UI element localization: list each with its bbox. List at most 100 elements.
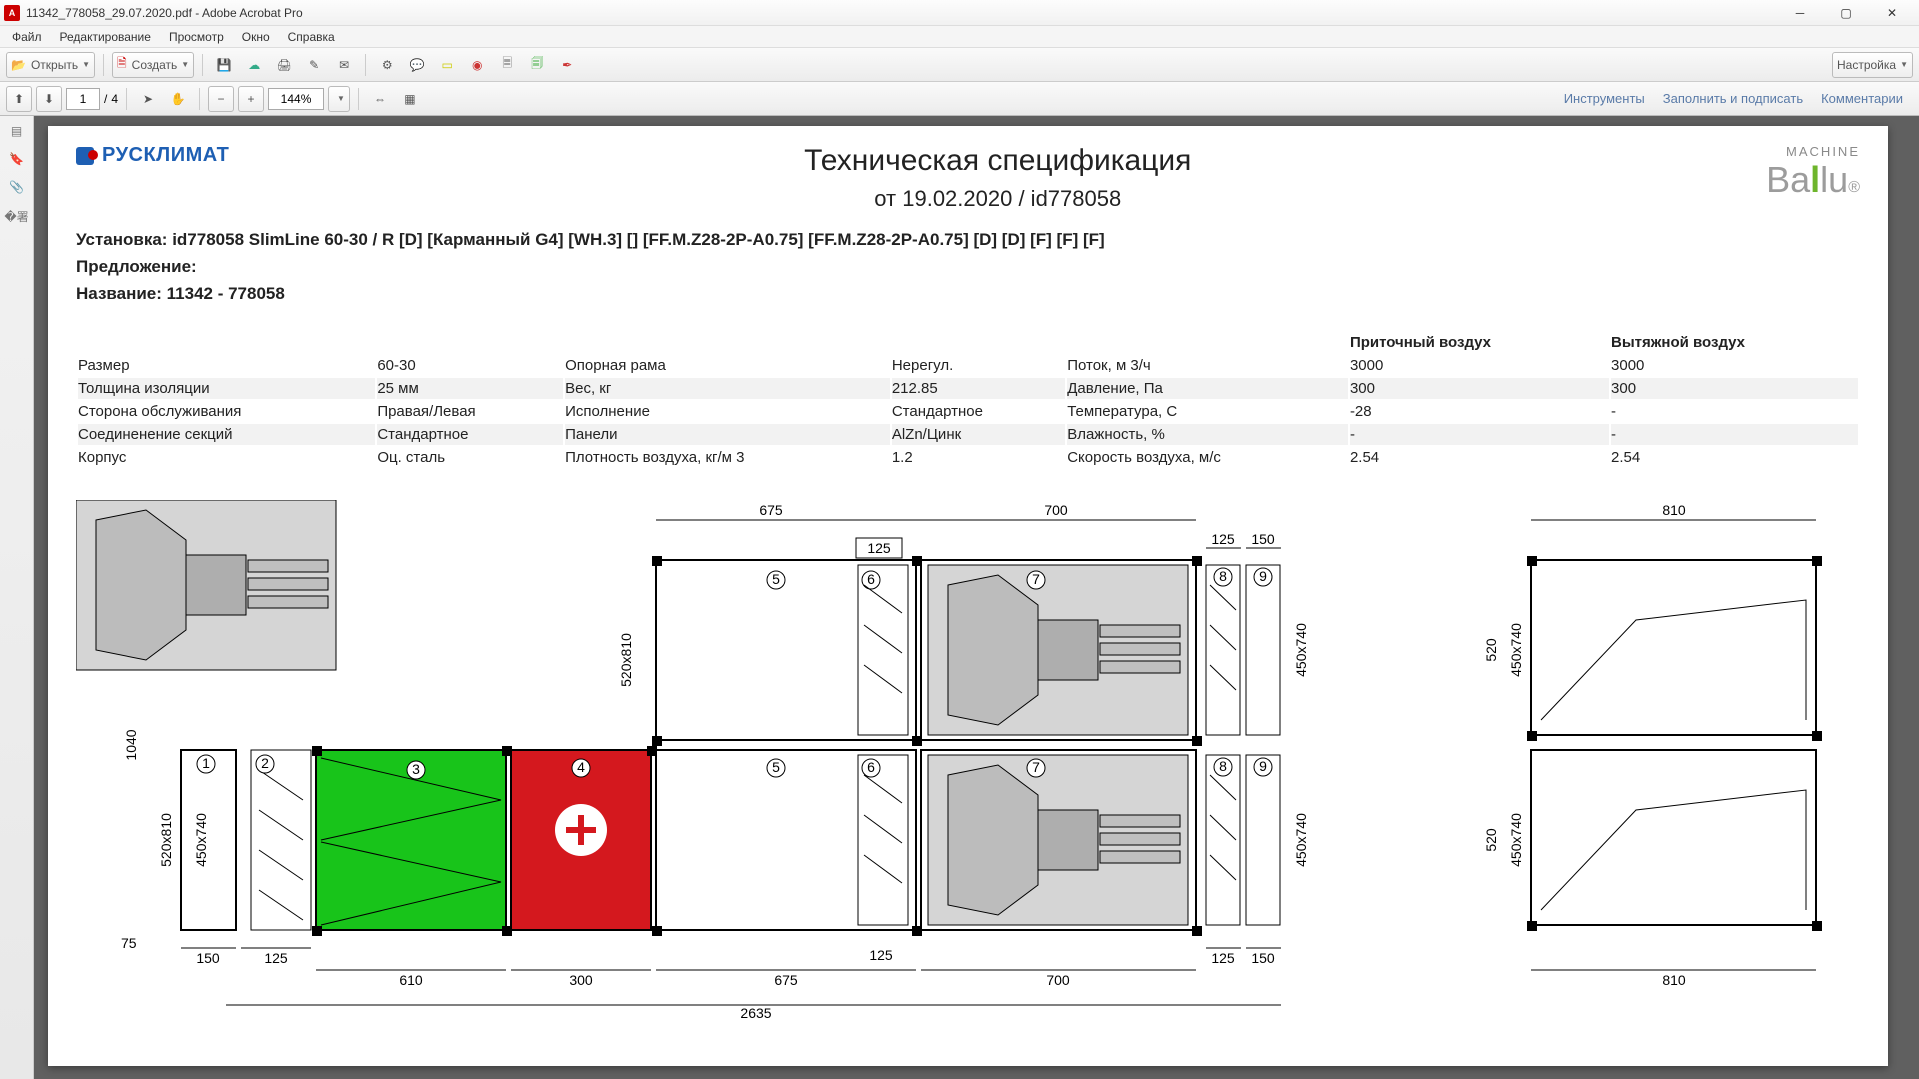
svg-text:3: 3 [412,761,420,777]
create-pdf-icon: 🗎 [117,54,127,75]
svg-text:8: 8 [1219,758,1227,774]
panel-fillsign-link[interactable]: Заполнить и подписать [1663,91,1803,106]
svg-text:1: 1 [202,755,210,771]
table-row: КорпусОц. стальПлотность воздуха, кг/м 3… [78,447,1858,468]
window-close-button[interactable]: ✕ [1869,0,1915,26]
customize-label: Настройка [1837,58,1896,72]
doc-arrow-icon: 🗐 [531,54,543,75]
separator [202,54,203,76]
svg-text:1040: 1040 [123,729,139,760]
signatures-icon[interactable]: �署 [4,208,28,225]
svg-text:520: 520 [1483,828,1499,852]
cloud-icon: ☁ [248,58,260,72]
select-tool[interactable]: ➤ [135,86,161,112]
doc-icon: 🗏 [502,54,512,75]
hand-tool[interactable]: ✋ [165,86,191,112]
app-icon: A [4,5,20,21]
fit-width-button[interactable]: ⇔ [367,86,393,112]
plus-icon: + [248,92,255,106]
svg-text:5: 5 [772,759,780,775]
cursor-icon: ➤ [143,92,153,106]
fit-width-icon: ⇔ [374,92,386,106]
comment-button[interactable]: 💬 [404,52,430,78]
panel-tools-link[interactable]: Инструменты [1564,91,1645,106]
mail-button[interactable]: ✉ [331,52,357,78]
document-viewport[interactable]: РУСКЛИМАТ Техническая спецификация от 19… [34,116,1919,1079]
svg-text:2: 2 [261,755,269,771]
page-total: 4 [111,92,118,106]
window-titlebar: A 11342_778058_29.07.2020.pdf - Adobe Ac… [0,0,1919,26]
page-up-button[interactable]: ⬆ [6,86,32,112]
svg-text:300: 300 [569,972,593,988]
window-title: 11342_778058_29.07.2020.pdf - Adobe Acro… [26,6,1777,20]
svg-text:520x810: 520x810 [618,632,634,686]
menu-view[interactable]: Просмотр [161,28,232,46]
thumbnails-icon[interactable]: ▤ [11,124,22,138]
cloud-button[interactable]: ☁ [241,52,267,78]
svg-text:700: 700 [1044,502,1068,518]
svg-text:125: 125 [1211,531,1235,547]
ballu-text: Ballu® [1766,159,1860,201]
arrow-down-icon: ⬇ [44,92,54,106]
logo-text: РУСКЛИМАТ [102,144,229,167]
menu-file[interactable]: Файл [4,28,50,46]
chevron-down-icon: ▼ [1900,60,1908,69]
menu-bar: Файл Редактирование Просмотр Окно Справк… [0,26,1919,48]
print-button[interactable]: 🖨 [271,52,297,78]
svg-text:450x740: 450x740 [1293,622,1309,676]
fit-page-button[interactable]: ▦ [397,86,423,112]
open-label: Открыть [31,58,78,72]
doc-subtitle: от 19.02.2020 / id778058 [229,186,1766,212]
zoom-in-button[interactable]: + [238,86,264,112]
window-maximize-button[interactable]: ▢ [1823,0,1869,26]
install-value: id778058 SlimLine 60-30 / R [D] [Карманн… [172,230,1104,249]
open-button[interactable]: 📂 Открыть ▼ [6,52,95,78]
page-down-button[interactable]: ⬇ [36,86,62,112]
zoom-out-button[interactable]: − [208,86,234,112]
install-label: Установка: [76,230,167,249]
save-button[interactable]: 💾 [211,52,237,78]
customize-button[interactable]: Настройка ▼ [1832,52,1913,78]
svg-text:520x810: 520x810 [158,812,174,866]
page-number-input[interactable] [66,88,100,110]
zoom-input[interactable] [268,88,324,110]
side-nav: ▤ 🔖 📎 �署 [0,116,34,1079]
menu-edit[interactable]: Редактирование [52,28,159,46]
separator [358,88,359,110]
gear-button[interactable]: ⚙ [374,52,400,78]
chevron-down-icon: ▼ [181,60,189,69]
signature-button[interactable]: ✒ [554,52,580,78]
attachments-icon[interactable]: 📎 [9,180,24,194]
edit-button[interactable]: ✎ [301,52,327,78]
zoom-dropdown[interactable]: ▼ [328,86,350,112]
doc-title: Техническая спецификация [229,144,1766,178]
svg-text:9: 9 [1259,568,1267,584]
separator [126,88,127,110]
menu-help[interactable]: Справка [280,28,343,46]
svg-text:6: 6 [867,571,875,587]
svg-text:8: 8 [1219,568,1227,584]
create-button[interactable]: 🗎 Создать ▼ [112,52,194,78]
stamp-button[interactable]: ◉ [464,52,490,78]
bookmarks-icon[interactable]: 🔖 [9,152,24,166]
name-value: 11342 - 778058 [167,284,285,303]
menu-window[interactable]: Окно [234,28,278,46]
export-button[interactable]: 🗐 [524,52,550,78]
svg-text:675: 675 [774,972,798,988]
svg-text:700: 700 [1046,972,1070,988]
separator [199,88,200,110]
highlight-button[interactable]: ▭ [434,52,460,78]
rusklimat-logo: РУСКЛИМАТ [76,144,229,167]
svg-text:450x740: 450x740 [1508,622,1524,676]
svg-text:7: 7 [1032,571,1040,587]
attach-button[interactable]: 🗏 [494,52,520,78]
table-row: Толщина изоляции25 ммВес, кг212.85Давлен… [78,378,1858,399]
window-minimize-button[interactable]: ─ [1777,0,1823,26]
ballu-logo: MACHINE Ballu® [1766,144,1860,201]
svg-text:7: 7 [1032,759,1040,775]
svg-text:125: 125 [867,540,891,556]
toolbar-main: 📂 Открыть ▼ 🗎 Создать ▼ 💾 ☁ 🖨 ✎ ✉ ⚙ 💬 ▭ … [0,48,1919,82]
toolbar-nav: ⬆ ⬇ / 4 ➤ ✋ − + ▼ ⇔ ▦ Инструменты Заполн… [0,82,1919,116]
panel-comments-link[interactable]: Комментарии [1821,91,1903,106]
save-icon: 💾 [217,58,232,72]
